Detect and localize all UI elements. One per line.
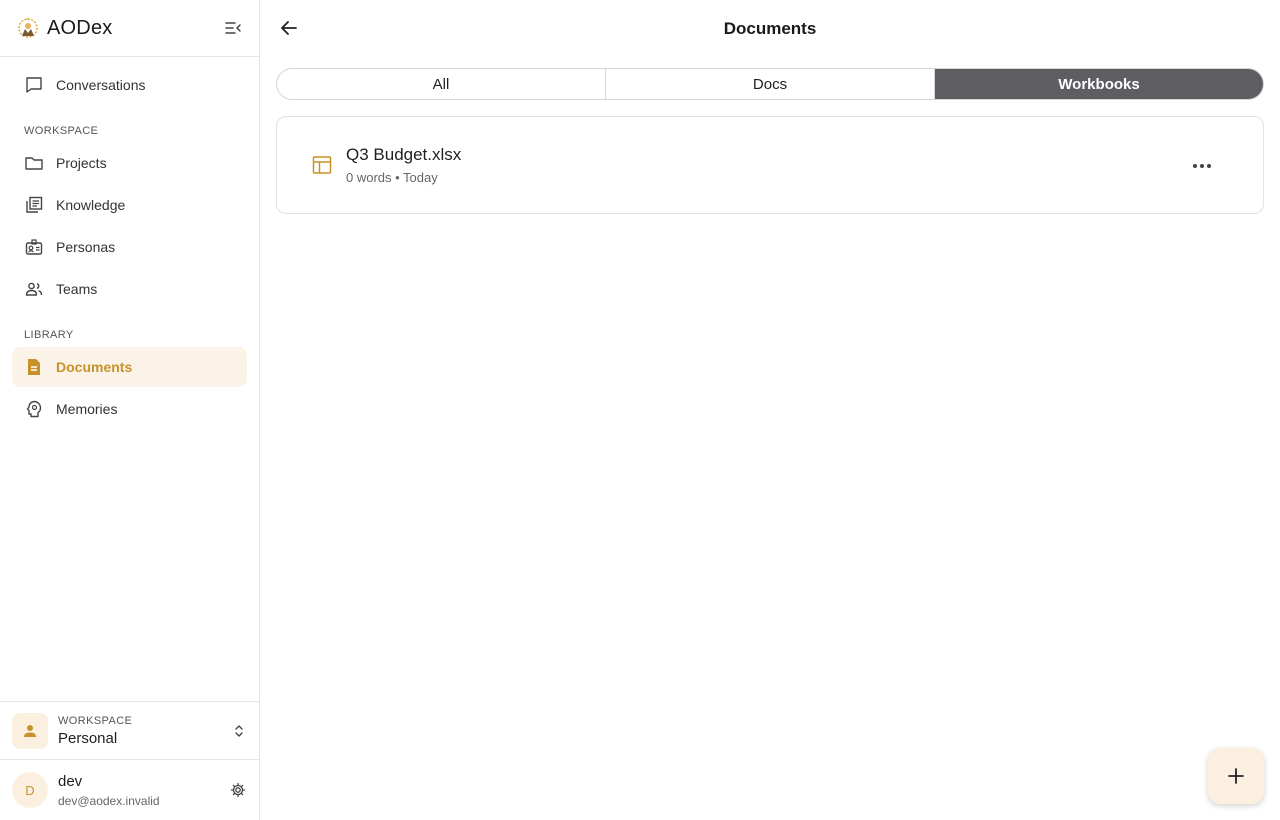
sidebar-item-memories[interactable]: Memories	[12, 389, 247, 429]
brand-header: AODex	[0, 0, 259, 57]
persona-badge-icon	[24, 237, 44, 257]
main-content: Documents All Docs Workbooks Q3 Budget.x…	[260, 0, 1280, 820]
tab-all[interactable]: All	[277, 69, 606, 99]
tab-docs[interactable]: Docs	[606, 69, 935, 99]
document-filter-tabs: All Docs Workbooks	[276, 68, 1264, 100]
user-name: dev	[58, 772, 83, 790]
sidebar-item-label: Documents	[56, 359, 133, 375]
brain-icon	[24, 399, 44, 419]
user-email: dev@aodex.invalid	[58, 793, 160, 808]
sidebar-item-label: Memories	[56, 401, 118, 417]
avatar: D	[12, 772, 48, 808]
sidebar-item-projects[interactable]: Projects	[12, 143, 247, 183]
person-icon	[24, 724, 36, 737]
sidebar: AODex Conversations WORKSPACE Projects K…	[0, 0, 260, 820]
sidebar-item-personas[interactable]: Personas	[12, 227, 247, 267]
folder-icon	[24, 153, 44, 173]
unfold-chevrons-icon	[235, 725, 243, 737]
sidebar-item-label: Personas	[56, 239, 116, 255]
sidebar-item-label: Knowledge	[56, 197, 126, 213]
document-card[interactable]: Q3 Budget.xlsx 0 words • Today	[276, 116, 1264, 214]
sidebar-item-knowledge[interactable]: Knowledge	[12, 185, 247, 225]
gear-icon	[230, 782, 246, 798]
user-profile: D dev dev@aodex.invalid	[0, 759, 259, 820]
collapse-sidebar-icon	[225, 22, 241, 34]
app-root: AODex Conversations WORKSPACE Projects K…	[0, 0, 1280, 820]
sidebar-item-label: Conversations	[56, 77, 146, 93]
sidebar-item-label: Teams	[56, 281, 98, 297]
sidebar-item-teams[interactable]: Teams	[12, 269, 247, 309]
workspace-avatar	[12, 712, 48, 749]
arrow-left-icon	[281, 21, 297, 35]
tab-workbooks[interactable]: Workbooks	[935, 69, 1263, 99]
section-label-library: LIBRARY	[24, 329, 74, 341]
document-meta: 0 words • Today	[346, 170, 438, 185]
more-options-button[interactable]	[1191, 155, 1213, 177]
sidebar-nav: Conversations WORKSPACE Projects Knowled…	[0, 57, 259, 701]
app-name: AODex	[47, 16, 113, 39]
back-button[interactable]	[278, 17, 300, 39]
top-bar: Documents	[260, 0, 1280, 57]
settings-button[interactable]	[230, 782, 246, 803]
sidebar-item-conversations[interactable]: Conversations	[12, 65, 247, 105]
people-icon	[24, 279, 44, 299]
section-label-workspace: WORKSPACE	[24, 125, 99, 137]
document-icon	[24, 357, 44, 377]
sidebar-item-documents[interactable]: Documents	[12, 347, 247, 387]
workspace-switcher[interactable]: WORKSPACE Personal	[0, 701, 259, 759]
more-horizontal-icon	[1193, 164, 1211, 168]
chat-bubble-icon	[24, 75, 44, 95]
workspace-name: Personal	[58, 729, 118, 747]
plus-icon	[1228, 768, 1244, 784]
document-title: Q3 Budget.xlsx	[346, 145, 462, 164]
spreadsheet-icon	[312, 156, 332, 174]
collapse-sidebar-button[interactable]	[223, 18, 243, 38]
aodex-logo-icon	[18, 17, 38, 38]
add-document-button[interactable]	[1208, 748, 1264, 804]
library-books-icon	[24, 195, 44, 215]
sidebar-item-label: Projects	[56, 155, 107, 171]
workspace-label: WORKSPACE	[58, 714, 133, 727]
page-title: Documents	[723, 18, 817, 38]
